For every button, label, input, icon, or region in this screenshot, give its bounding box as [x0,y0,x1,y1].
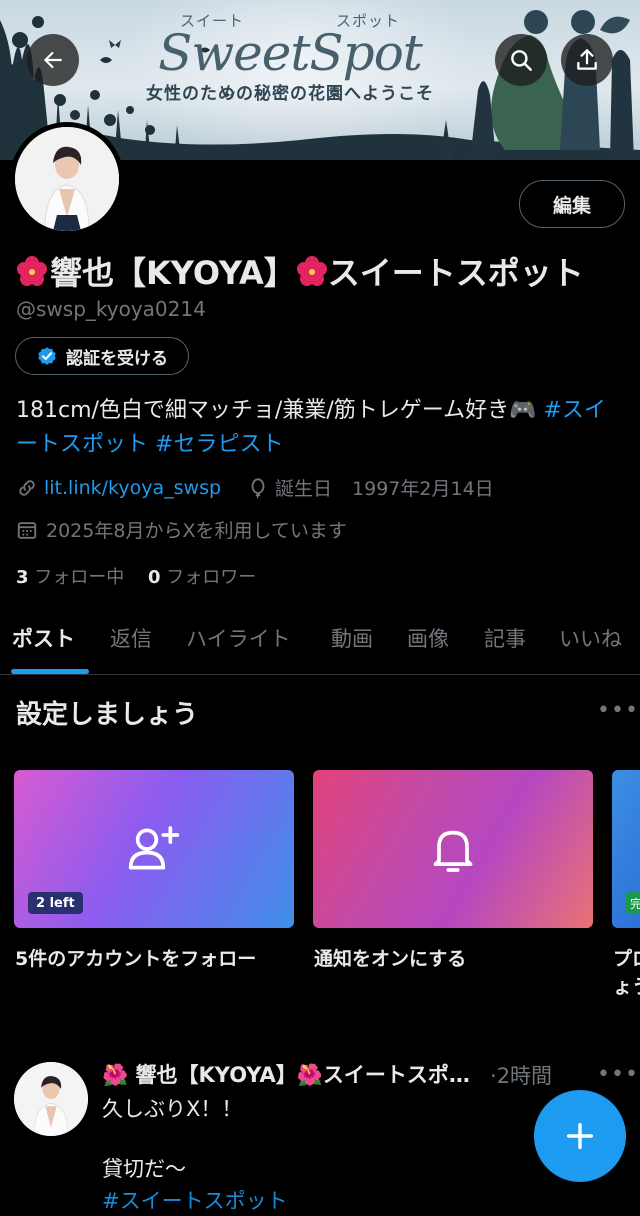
post-hashtag[interactable]: #スイートスポット [102,1186,288,1216]
banner-logo: スイート スポット SweetSpot 女性のための秘密の花園へようこそ [140,4,440,104]
add-person-icon [128,826,180,870]
compose-post-button[interactable] [534,1090,626,1182]
profile-bio: 181cm/色白で細マッチョ/兼業/筋トレゲーム好き🎮 #スイートスポット #セ… [16,394,626,462]
tab-highlights[interactable]: ハイライト [186,623,291,653]
edit-profile-button[interactable]: 編集 [519,180,625,228]
profile-tabs: ポスト 返信 ハイライト 動画 画像 記事 いいね [0,604,640,675]
search-icon [511,50,532,71]
profile-joined-row: 2025年8月からXを利用しています [16,516,347,543]
logo-main-text: SweetSpot [158,24,423,82]
hibiscus-icon [296,256,327,286]
post-text-line2: 貸切だ〜 [102,1157,186,1181]
plus-icon [566,1122,594,1150]
follow-stats: 3 フォロー中 0 フォロワー [16,563,256,589]
post-timestamp: ·2時間 [490,1060,552,1090]
profile-link[interactable]: lit.link/kyoya_swsp [44,477,221,499]
setup-card-profile-label-2: ょう [613,976,640,998]
hibiscus-icon [17,256,47,286]
bio-text: 181cm/色白で細マッチョ/兼業/筋トレゲーム好き🎮 [16,398,544,423]
birthday-value: 1997年2月14日 [352,478,494,500]
post-more-icon[interactable]: ••• [597,1062,639,1087]
following-link[interactable]: 3 フォロー中 [16,567,124,588]
setup-card-notifications[interactable] [313,770,593,928]
profile-name-suffix: スイートスポット [327,254,584,292]
share-upload-icon [577,49,597,70]
tab-images[interactable]: 画像 [407,623,449,653]
active-tab-indicator [11,669,89,674]
link-icon [19,479,35,496]
setup-card-notifications-label: 通知をオンにする [314,948,467,970]
setup-card-follow-label: 5件のアカウントをフォロー [15,948,257,970]
tab-posts[interactable]: ポスト [12,623,75,653]
complete-badge: 完 [626,892,640,914]
banner-tagline: 女性のための秘密の花園へようこそ [146,84,434,104]
post-text-line1: 久しぶりX！！ [102,1097,243,1121]
bell-icon [433,830,473,872]
tab-replies[interactable]: 返信 [110,623,152,653]
tab-videos[interactable]: 動画 [331,623,373,653]
bio-hashtag-therapist[interactable]: #セラピスト [155,432,283,457]
followers-count: 0 [148,567,161,588]
setup-more-icon[interactable]: ••• [597,698,639,723]
balloon-icon [251,477,265,499]
profile-name: 響也【KYOYA】 スイートスポット [16,248,584,294]
joined-date: 2025年8月からXを利用しています [46,520,347,542]
cards-left-badge: 2 left [28,892,83,914]
get-verified-button[interactable]: 認証を受ける [15,337,189,375]
post-author-name[interactable]: 🌺 響也【KYOYA】🌺スイートスポ… [102,1059,470,1089]
get-verified-label: 認証を受ける [66,348,168,369]
followers-label: フォロワー [166,567,257,588]
birthday-label: 誕生日 [275,478,333,500]
tab-articles[interactable]: 記事 [484,623,526,653]
calendar-icon [17,521,37,539]
profile-handle: @swsp_kyoya0214 [16,297,206,321]
profile-meta-row: lit.link/kyoya_swsp 誕生日 1997年2月14日 [16,474,494,501]
verified-badge-icon [38,347,56,365]
setup-card-profile-label: プロ [613,948,640,970]
following-count: 3 [16,567,29,588]
tab-likes[interactable]: いいね [559,623,622,653]
followers-link[interactable]: 0 フォロワー [148,567,256,588]
profile-name-text: 響也【KYOYA】 [50,254,296,292]
back-button[interactable] [27,34,79,86]
following-label: フォロー中 [34,567,125,588]
post-avatar[interactable] [14,1062,88,1136]
setup-card-profile[interactable]: 完 [612,770,640,928]
share-button[interactable] [561,34,613,86]
setup-section-title: 設定しましょう [16,700,199,730]
setup-card-follow[interactable]: 2 left [14,770,294,928]
post-time-separator: · [490,1064,497,1088]
profile-avatar[interactable] [10,122,124,236]
post-time-value: 2時間 [496,1064,553,1088]
avatar-photo [15,127,119,231]
arrow-left-icon [43,51,62,69]
search-button[interactable] [495,34,547,86]
